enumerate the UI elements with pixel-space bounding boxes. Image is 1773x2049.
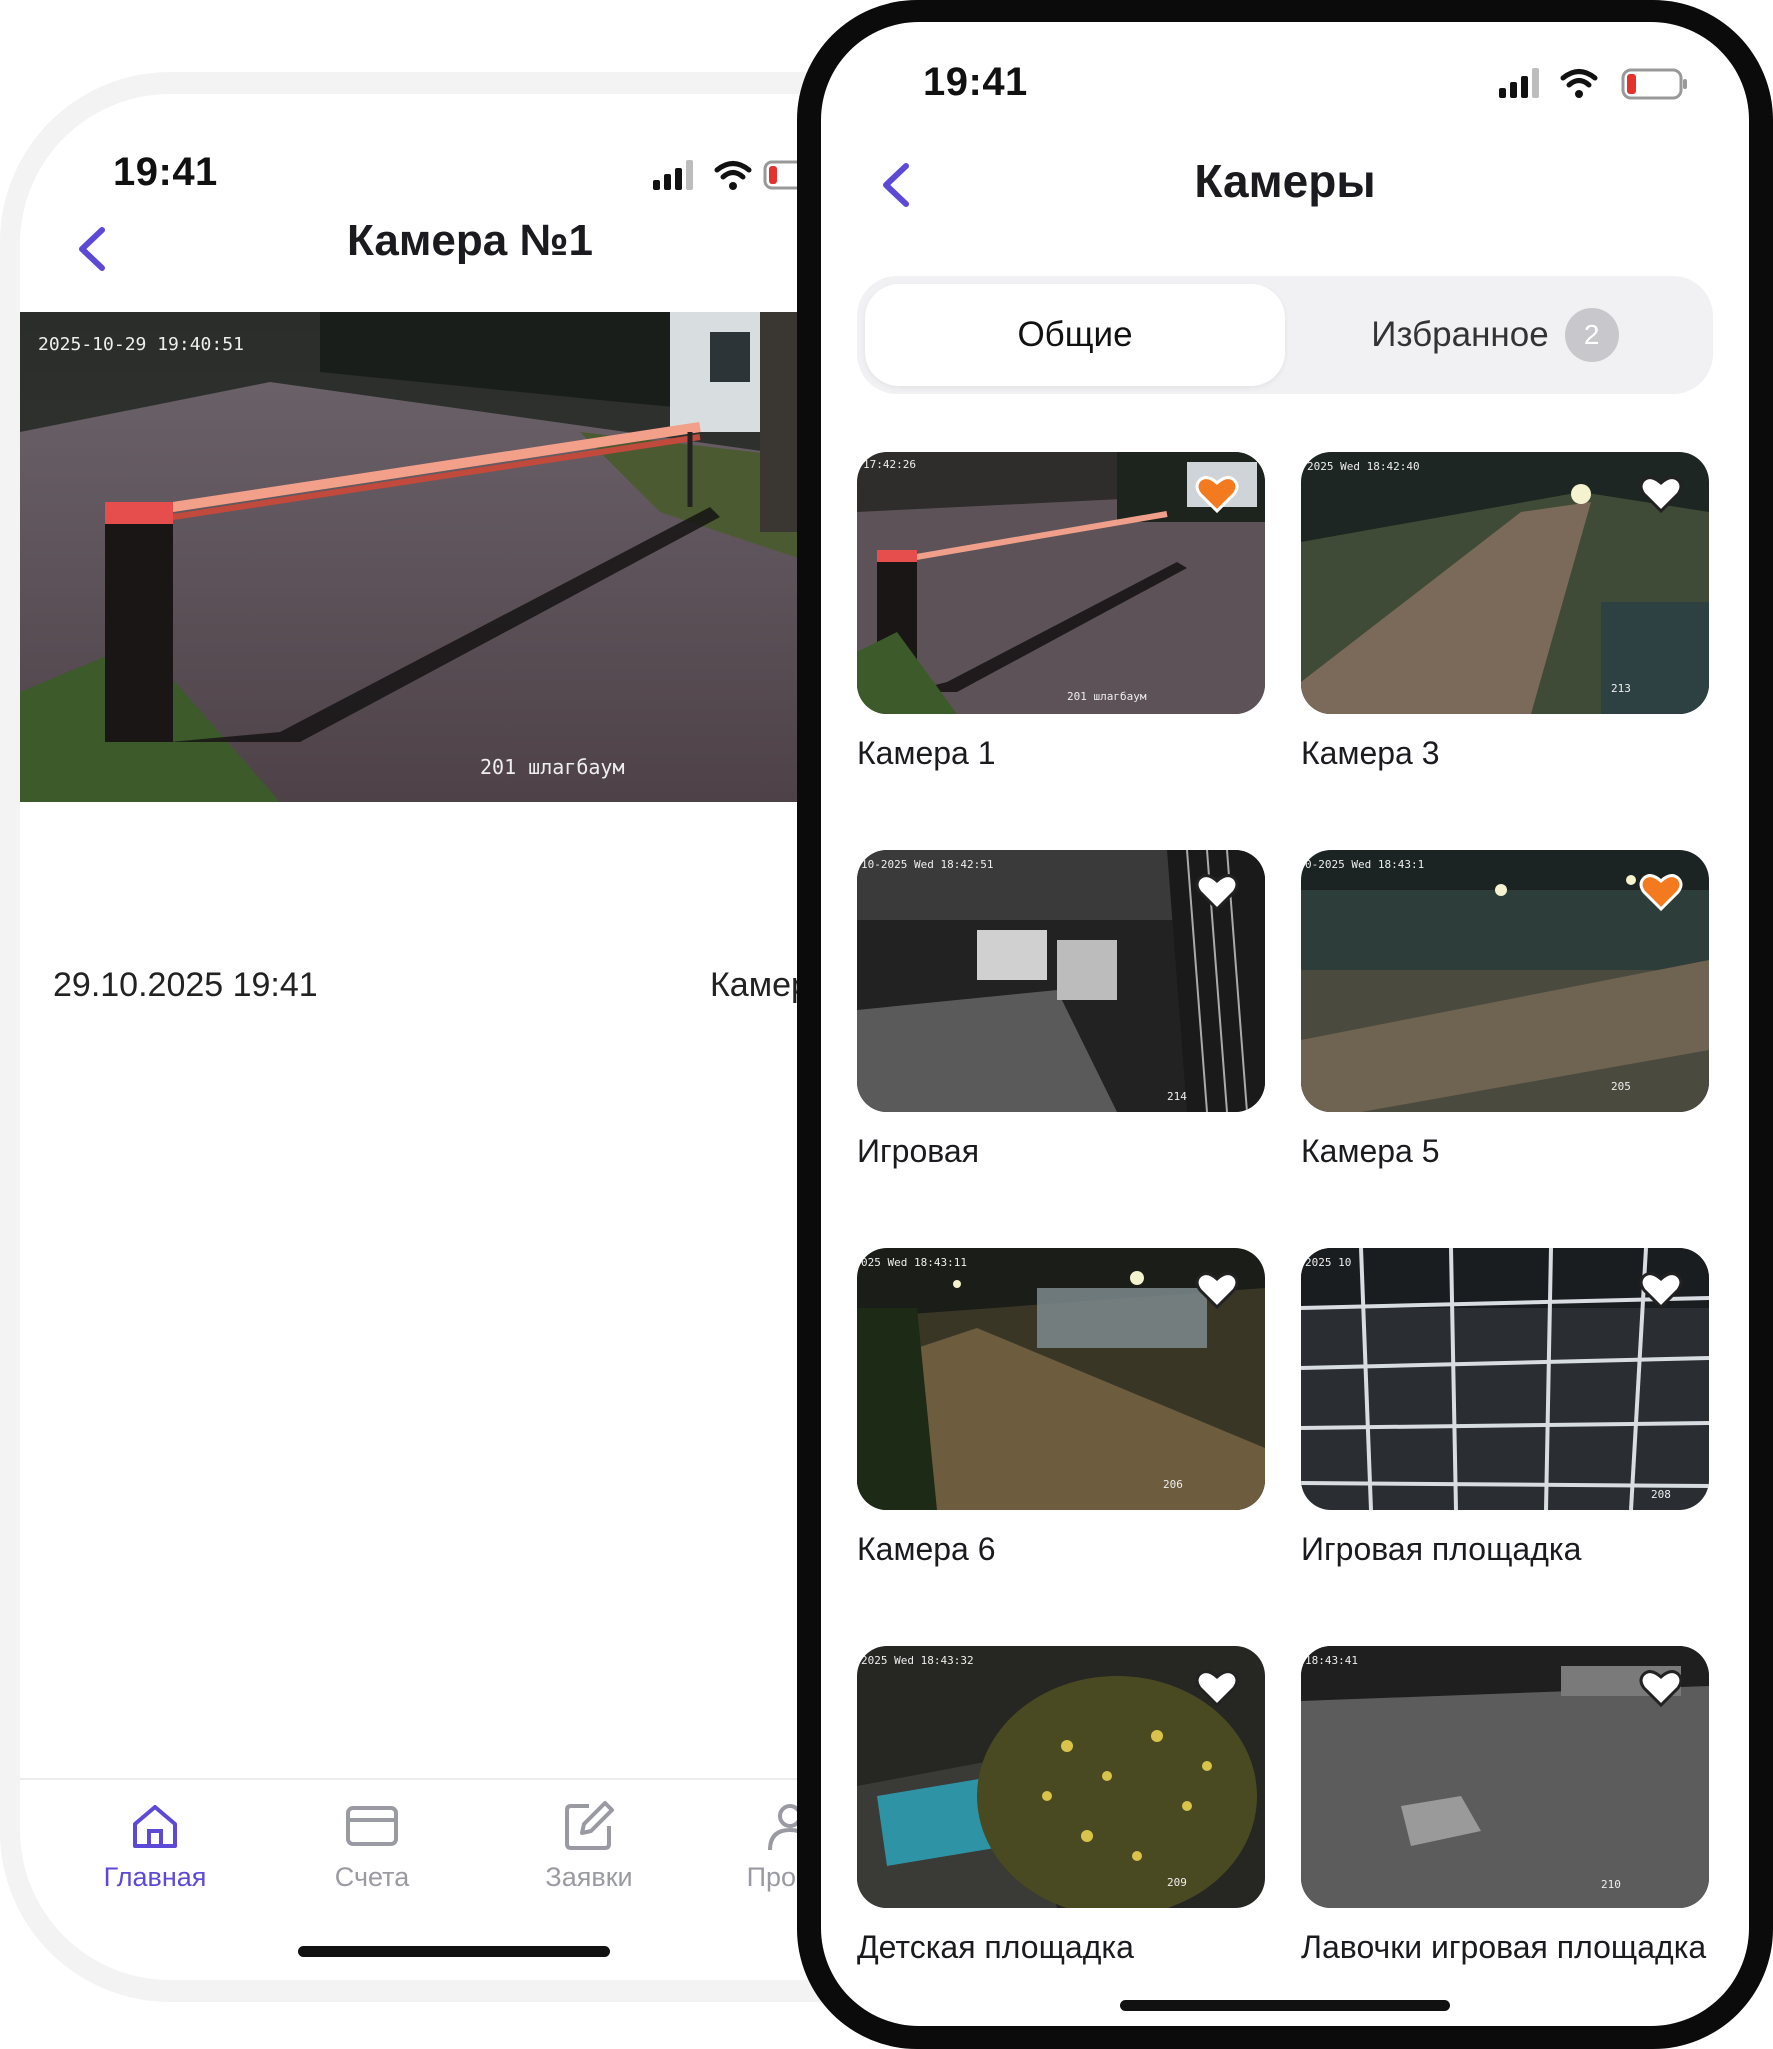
home-icon xyxy=(133,1805,177,1848)
camera-thumbnail: 2025 Wed 18:43:32 209 xyxy=(857,1646,1265,1908)
camera-thumbnail: 2025 Wed 18:42:40 213 xyxy=(1301,452,1709,714)
camera-name: Лавочки игровая площадка xyxy=(1301,1929,1707,1965)
home-indicator xyxy=(298,1946,610,1957)
record-datetime: 29.10.2025 19:41 xyxy=(53,966,318,1004)
camera-thumbnail: 10-2025 Wed 18:42:51 214 xyxy=(857,850,1265,1112)
camera-name: Камера 3 xyxy=(1301,735,1440,771)
camera-osd-time: 2025 Wed 18:43:32 xyxy=(861,1654,974,1667)
tab-requests[interactable]: Заявки xyxy=(499,1798,679,1893)
video-caption: 201 шлагбаум xyxy=(480,755,625,779)
favorite-heart-icon[interactable] xyxy=(1195,872,1239,912)
cameras-list-screen: 19:41 Камеры Общие Избранное 2 17:42:26 … xyxy=(821,22,1749,2026)
camera-osd-time: 18:43:41 xyxy=(1305,1654,1358,1667)
camera-osd-caption: 209 xyxy=(1167,1876,1187,1889)
camera-card[interactable]: 025 Wed 18:43:11 206 Камера 6 xyxy=(857,1248,1265,1578)
camera-name: Игровая площадка xyxy=(1301,1531,1582,1567)
camera-osd-time: 2025 10 xyxy=(1305,1256,1351,1269)
camera-card[interactable]: 2025 Wed 18:43:32 209 Детская площадка xyxy=(857,1646,1265,1976)
page-title: Камера №1 xyxy=(347,216,593,265)
status-icons xyxy=(1499,68,1687,100)
back-button[interactable] xyxy=(866,150,926,220)
signal-icon xyxy=(1499,68,1539,98)
status-time: 19:41 xyxy=(923,60,1028,104)
segmented-control: Общие Избранное 2 xyxy=(857,276,1713,394)
video-timestamp: 2025-10-29 19:40:51 xyxy=(38,334,244,355)
status-time: 19:41 xyxy=(113,150,218,194)
camera-card[interactable]: 2025 Wed 18:42:40 213 Камера 3 xyxy=(1301,452,1709,782)
camera-osd-caption: 208 xyxy=(1651,1488,1671,1501)
record-camera-name: Камер xyxy=(710,966,810,1004)
camera-card[interactable]: 0-2025 Wed 18:43:1 205 Камера 5 xyxy=(1301,850,1709,1180)
video-frame: 2025-10-29 19:40:51 201 шлагбаум xyxy=(20,312,840,802)
back-button[interactable] xyxy=(62,214,122,284)
camera-thumbnail: 18:43:41 210 xyxy=(1301,1646,1709,1908)
camera-thumbnail: 2025 10 208 xyxy=(1301,1248,1709,1510)
edit-icon xyxy=(565,1801,614,1850)
camera-osd-time: 2025 Wed 18:42:40 xyxy=(1307,460,1420,473)
home-indicator xyxy=(1120,2000,1450,2011)
tab-home-label: Главная xyxy=(103,1862,207,1892)
camera-osd-time: 025 Wed 18:43:11 xyxy=(861,1256,967,1269)
tab-requests-label: Заявки xyxy=(545,1862,633,1892)
camera-name: Камера 5 xyxy=(1301,1133,1440,1169)
camera-card[interactable]: 17:42:26 201 шлагбаум Камера 1 xyxy=(857,452,1265,782)
camera-osd-caption: 205 xyxy=(1611,1080,1631,1093)
camera-card[interactable]: 18:43:41 210 Лавочки игровая площадка xyxy=(1301,1646,1709,1976)
segment-general-label: Общие xyxy=(1017,315,1133,354)
camera-name: Детская площадка xyxy=(857,1929,1134,1965)
camera-thumbnail: 0-2025 Wed 18:43:1 205 xyxy=(1301,850,1709,1112)
camera-osd-time: 17:42:26 xyxy=(863,458,916,471)
camera-osd-caption: 214 xyxy=(1167,1090,1187,1103)
wifi-icon xyxy=(714,161,752,190)
camera-thumbnail: 025 Wed 18:43:11 206 xyxy=(857,1248,1265,1510)
camera-thumbnail: 17:42:26 201 шлагбаум xyxy=(857,452,1265,714)
back-phone-frame: 19:41 Камера №1 2025-10-29 19:40:51 201 … xyxy=(0,72,840,2002)
chevron-left-icon xyxy=(79,227,105,271)
page-title: Камеры xyxy=(1194,155,1376,207)
wifi-icon xyxy=(1560,69,1598,98)
segment-favorites[interactable]: Избранное 2 xyxy=(1285,284,1705,386)
camera-detail-screen: 19:41 Камера №1 2025-10-29 19:40:51 201 … xyxy=(20,94,840,1980)
camera-osd-caption: 206 xyxy=(1163,1478,1183,1491)
favorites-count-badge: 2 xyxy=(1564,308,1619,362)
tab-home[interactable]: Главная xyxy=(65,1798,245,1893)
battery-icon xyxy=(1621,68,1687,100)
camera-osd-caption: 213 xyxy=(1611,682,1631,695)
camera-osd-time: 10-2025 Wed 18:42:51 xyxy=(861,858,993,871)
favorite-heart-icon[interactable] xyxy=(1195,1668,1239,1708)
camera-osd-caption: 210 xyxy=(1601,1878,1621,1891)
favorite-heart-icon[interactable] xyxy=(1195,1270,1239,1310)
tab-bills-label: Счета xyxy=(334,1862,410,1892)
favorite-heart-icon[interactable] xyxy=(1195,474,1239,514)
favorite-heart-icon[interactable] xyxy=(1639,1270,1683,1310)
signal-icon xyxy=(653,160,693,190)
camera-name: Игровая xyxy=(857,1133,980,1169)
tab-bills[interactable]: Счета xyxy=(282,1798,462,1893)
camera-osd-caption: 201 шлагбаум xyxy=(1067,690,1147,703)
segment-general[interactable]: Общие xyxy=(865,284,1285,386)
camera-card[interactable]: 10-2025 Wed 18:42:51 214 Игровая xyxy=(857,850,1265,1180)
camera-video-player[interactable]: 2025-10-29 19:40:51 201 шлагбаум xyxy=(20,312,840,802)
front-phone-frame: 19:41 Камеры Общие Избранное 2 17:42:26 … xyxy=(797,0,1773,2049)
chevron-left-icon xyxy=(883,163,909,207)
favorite-heart-icon[interactable] xyxy=(1639,872,1683,912)
camera-card[interactable]: 2025 10 208 Игровая площадка xyxy=(1301,1248,1709,1578)
camera-name: Камера 6 xyxy=(857,1531,996,1567)
camera-name: Камера 1 xyxy=(857,735,996,771)
favorite-heart-icon[interactable] xyxy=(1639,474,1683,514)
camera-osd-time: 0-2025 Wed 18:43:1 xyxy=(1305,858,1424,871)
segment-favorites-label: Избранное xyxy=(1371,315,1549,354)
card-icon xyxy=(346,1806,398,1846)
favorite-heart-icon[interactable] xyxy=(1639,1668,1683,1708)
